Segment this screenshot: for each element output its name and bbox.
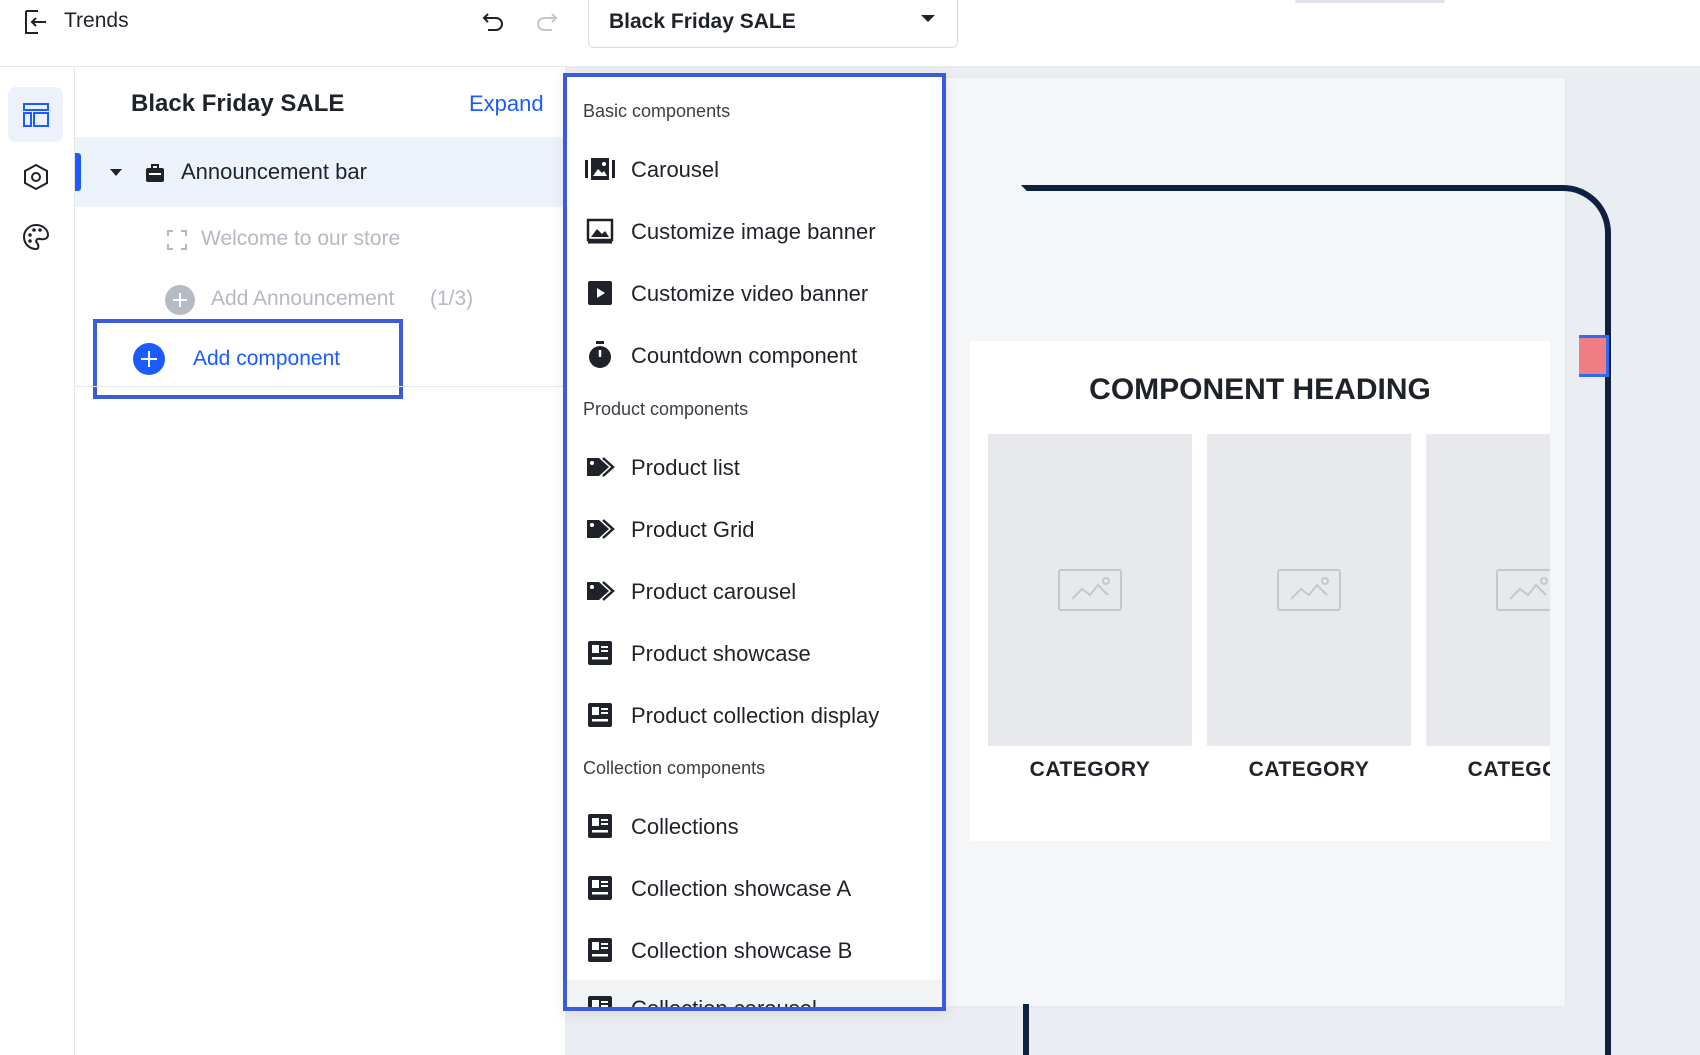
stopwatch-icon — [589, 341, 611, 368]
menu-item-collections[interactable]: Collections — [567, 798, 942, 854]
menu-item-label: Collections — [631, 814, 739, 839]
rail-settings-button[interactable] — [8, 149, 63, 204]
outline-panel: Black Friday SALE Expand Announcement ba… — [75, 67, 565, 1055]
selected-indicator — [75, 153, 81, 191]
menu-item-label: Collection showcase A — [631, 876, 852, 901]
menu-item-label: Customize image banner — [631, 219, 876, 244]
palette-icon — [22, 223, 49, 250]
image-placeholder-icon — [1058, 569, 1122, 611]
menu-item-label: Carousel — [631, 157, 720, 182]
phone-frame-edge — [1023, 1004, 1029, 1055]
menu-item-label: Product Grid — [631, 517, 755, 542]
menu-item-label: Collection showcase B — [631, 938, 853, 963]
briefcase-icon — [146, 164, 164, 182]
menu-item-label: Product showcase — [631, 641, 811, 666]
settings-hexagon-icon — [23, 163, 48, 190]
video-icon — [588, 281, 612, 305]
rail-theme-button[interactable] — [8, 209, 63, 264]
left-rail — [0, 67, 75, 1055]
exit-icon[interactable] — [20, 7, 50, 37]
showcase-icon — [588, 814, 612, 838]
section-label: Announcement bar — [181, 159, 367, 184]
page-select-value: Black Friday SALE — [609, 10, 796, 33]
category-tile[interactable] — [1207, 434, 1411, 746]
redo-icon[interactable] — [532, 6, 562, 36]
menu-group-product: Product components — [583, 399, 749, 419]
image-placeholder-icon — [1496, 569, 1550, 611]
layout-icon — [22, 102, 49, 127]
menu-item-image-banner[interactable]: Customize image banner — [567, 203, 942, 259]
menu-item-label: Customize video banner — [631, 281, 869, 306]
showcase-icon — [588, 996, 612, 1007]
category-label: CATEGORY — [1029, 758, 1151, 781]
carousel-icon — [585, 158, 615, 180]
menu-item-label: Product collection display — [631, 703, 880, 728]
app-title: Trends — [64, 9, 129, 32]
announcement-item-label: Welcome to our store — [201, 227, 401, 250]
menu-item-label: Countdown component — [631, 343, 858, 368]
selection-tag[interactable] — [1579, 335, 1609, 377]
top-bar: Trends Black Friday SALE — [0, 0, 1700, 67]
menu-item-carousel[interactable]: Carousel — [567, 141, 942, 197]
component-menu: Basic components Carousel Customize imag… — [563, 73, 946, 1011]
menu-item-video-banner[interactable]: Customize video banner — [567, 265, 942, 321]
category-tile[interactable] — [988, 434, 1192, 746]
device-tab-indicator — [1295, 0, 1445, 3]
add-component-label: Add component — [193, 347, 341, 370]
plus-circle-icon — [165, 285, 195, 315]
menu-group-basic: Basic components — [583, 101, 731, 121]
category-component-preview[interactable]: COMPONENT HEADING CATEGORY CATEGORY CATE… — [970, 341, 1550, 841]
menu-item-product-carousel[interactable]: Product carousel — [567, 563, 942, 619]
page-select[interactable]: Black Friday SALE — [588, 0, 958, 48]
caret-down-icon[interactable] — [110, 169, 122, 176]
expand-link[interactable]: Expand — [469, 91, 544, 117]
panel-divider — [75, 386, 565, 387]
undo-icon[interactable] — [478, 6, 508, 36]
menu-item-collection-showcase-b[interactable]: Collection showcase B — [567, 922, 942, 978]
tags-icon — [587, 581, 615, 601]
chevron-down-icon — [921, 15, 935, 22]
tags-icon — [587, 519, 615, 539]
component-heading: COMPONENT HEADING — [1089, 373, 1431, 406]
frame-icon — [167, 230, 187, 250]
menu-item-label: Product list — [631, 455, 740, 480]
plus-circle-icon — [133, 343, 165, 375]
showcase-icon — [588, 938, 612, 962]
menu-item-product-showcase[interactable]: Product showcase — [567, 625, 942, 681]
menu-item-label: Collection carousel — [631, 996, 817, 1011]
menu-group-collection: Collection components — [583, 758, 766, 778]
menu-item-label: Product carousel — [631, 579, 797, 604]
menu-item-product-collection-display[interactable]: Product collection display — [567, 687, 942, 743]
panel-title: Black Friday SALE — [131, 90, 345, 117]
section-announcement-bar[interactable]: Announcement bar — [75, 137, 565, 207]
image-placeholder-icon — [1277, 569, 1341, 611]
showcase-icon — [588, 876, 612, 900]
menu-item-product-grid[interactable]: Product Grid — [567, 501, 942, 557]
rail-layout-button[interactable] — [8, 87, 63, 142]
category-tile[interactable] — [1426, 434, 1550, 746]
add-component-button[interactable]: Add component — [93, 319, 403, 399]
menu-item-countdown[interactable]: Countdown component — [567, 327, 942, 383]
showcase-icon — [588, 703, 612, 727]
tags-icon — [587, 457, 615, 477]
add-announcement-count: (1/3) — [430, 287, 474, 310]
showcase-icon — [588, 641, 612, 665]
add-announcement-label: Add Announcement — [211, 287, 395, 310]
image-icon — [586, 218, 614, 244]
menu-item-product-list[interactable]: Product list — [567, 439, 942, 495]
category-label: CATEGORY — [1248, 758, 1370, 781]
menu-item-collection-carousel[interactable]: Collection carousel — [567, 980, 942, 1011]
menu-item-collection-showcase-a[interactable]: Collection showcase A — [567, 860, 942, 916]
category-label: CATEGORY — [1467, 758, 1550, 781]
